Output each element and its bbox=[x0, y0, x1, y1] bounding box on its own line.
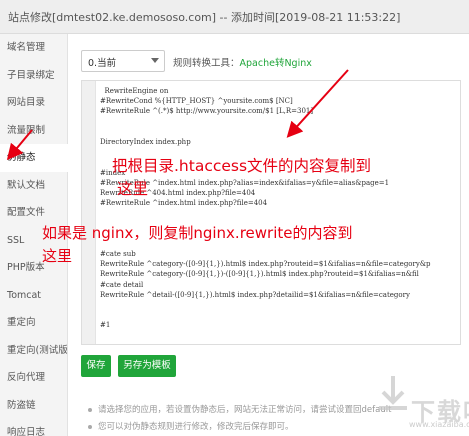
bullet-icon bbox=[88, 424, 92, 429]
code-line: #RewriteRule ^index.html index.php?file=… bbox=[100, 199, 268, 208]
tip-text: 您可以对伪静态规则进行修改，修改完后保存即可。 bbox=[98, 422, 294, 432]
sidebar-item-default-doc[interactable]: 默认文档 bbox=[0, 172, 67, 200]
download-logo-icon bbox=[379, 376, 407, 410]
annotation-here-2: 这里 bbox=[42, 247, 73, 265]
convert-tool: 规则转换工具：Apache转Nginx bbox=[173, 55, 312, 69]
editor-code[interactable]: RewriteEngine on #RewriteCond %{HTTP_HOST… bbox=[100, 86, 460, 331]
watermark: 下载吧 www.xiazaiba.com bbox=[373, 372, 469, 432]
annotation-here-1: 这里 bbox=[117, 180, 149, 198]
sidebar-item-traffic-limit[interactable]: 流量限制 bbox=[0, 117, 67, 145]
code-line: #RewriteCond %{HTTP_HOST} ^yoursite.com$… bbox=[100, 97, 293, 106]
tip-text: 请选择您的应用，若设置伪静态后，网站无法正常访问，请尝试设置回default bbox=[98, 405, 392, 415]
sidebar-item-hotlink[interactable]: 防盗链 bbox=[0, 392, 67, 420]
annotation-htaccess: 把根目录.htaccess文件的内容复制到 bbox=[112, 157, 372, 175]
annotation-nginx: 如果是 nginx，则复制nginx.rewrite的内容到 bbox=[42, 224, 353, 242]
sidebar-item-log[interactable]: 响应日志 bbox=[0, 419, 67, 436]
code-line: RewriteEngine on bbox=[100, 87, 169, 95]
editor-gutter bbox=[82, 81, 96, 344]
sidebar-item-redirect-beta[interactable]: 重定向(测试版) bbox=[0, 337, 67, 365]
rewrite-editor[interactable]: RewriteEngine on #RewriteCond %{HTTP_HOST… bbox=[81, 80, 461, 345]
watermark-url: www.xiazaiba.com bbox=[409, 420, 469, 429]
save-as-template-button[interactable]: 另存为模板 bbox=[118, 355, 176, 377]
sidebar-item-proxy[interactable]: 反向代理 bbox=[0, 364, 67, 392]
code-line: #RewriteRule ^index.html index.php?alias… bbox=[100, 178, 390, 187]
toolbar: 0.当前 规则转换工具：Apache转Nginx bbox=[81, 50, 461, 72]
sidebar-item-rewrite[interactable]: 伪静态 bbox=[0, 144, 68, 172]
code-line: RewriteRule ^404.html index.php?file=404 bbox=[100, 188, 256, 197]
template-select[interactable]: 0.当前 bbox=[81, 50, 165, 72]
code-line: RewriteRule ^category-([0-9]{1,}).html$ … bbox=[100, 260, 431, 269]
code-line: RewriteRule ^category-([0-9]{1,})-([0-9]… bbox=[100, 270, 419, 279]
save-button[interactable]: 保存 bbox=[81, 355, 111, 377]
sidebar-item-subdir[interactable]: 子目录绑定 bbox=[0, 62, 67, 90]
convert-tool-link[interactable]: Apache转Nginx bbox=[240, 58, 312, 69]
window-title: 站点修改[dmtest02.ke.demososo.com] -- 添加时间[2… bbox=[0, 0, 469, 34]
bullet-icon bbox=[88, 407, 92, 412]
code-line: #RewriteRule ^(.*)$ http://www.yoursite.… bbox=[100, 107, 314, 116]
template-select-value: 0.当前 bbox=[88, 58, 117, 69]
convert-tool-label: 规则转换工具： bbox=[173, 58, 240, 69]
code-line: #cate detail bbox=[100, 280, 144, 289]
sidebar-item-tomcat[interactable]: Tomcat bbox=[0, 282, 67, 310]
sidebar-item-redirect[interactable]: 重定向 bbox=[0, 309, 67, 337]
code-line: RewriteRule ^detail-([0-9]{1,}).html$ in… bbox=[100, 290, 410, 299]
code-line: DirectoryIndex index.php bbox=[100, 137, 191, 146]
chevron-down-icon bbox=[151, 58, 159, 63]
sidebar-item-site-dir[interactable]: 网站目录 bbox=[0, 89, 67, 117]
code-line: #cate sub bbox=[100, 250, 136, 258]
sidebar-item-domain[interactable]: 域名管理 bbox=[0, 34, 67, 62]
code-line: #1 bbox=[100, 321, 111, 330]
